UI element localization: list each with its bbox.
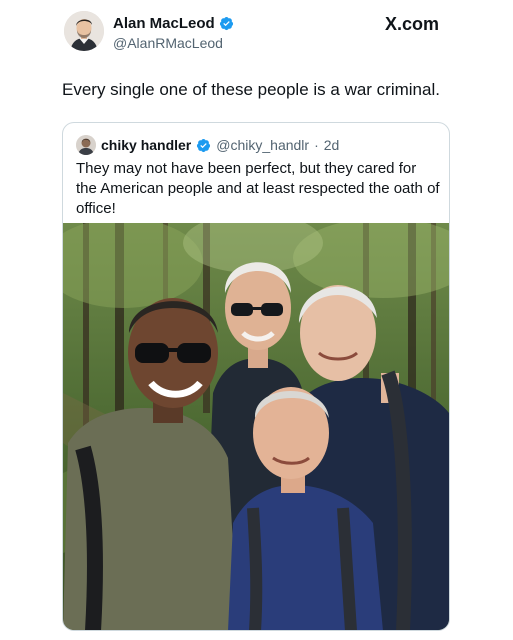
quoted-author-avatar-image xyxy=(76,135,96,155)
quoted-post-time[interactable]: 2d xyxy=(324,137,340,153)
quoted-post-card[interactable]: chiky handler @chiky_handlr · 2d They ma… xyxy=(62,122,450,631)
author-name[interactable]: Alan MacLeod xyxy=(113,15,215,32)
quoted-author-handle[interactable]: @chiky_handlr xyxy=(216,137,309,153)
post: Alan MacLeod @AlanRMacLeod X.com Every s… xyxy=(0,0,513,640)
quoted-post-photo[interactable] xyxy=(63,223,449,630)
quoted-post-header: chiky handler @chiky_handlr · 2d xyxy=(76,135,339,155)
author-avatar[interactable] xyxy=(64,11,104,51)
group-selfie-photo xyxy=(63,223,449,630)
quoted-post-text: They may not have been perfect, but they… xyxy=(76,160,440,217)
quoted-verified-badge-icon xyxy=(197,138,211,152)
post-text: Every single one of these people is a wa… xyxy=(62,80,440,99)
quoted-separator: · xyxy=(314,137,319,153)
author-avatar-image xyxy=(64,11,104,51)
author-handle[interactable]: @AlanRMacLeod xyxy=(113,35,223,51)
quoted-author-name[interactable]: chiky handler xyxy=(101,137,191,153)
quoted-author-avatar[interactable] xyxy=(76,135,96,155)
author-name-row[interactable]: Alan MacLeod xyxy=(113,15,234,32)
verified-badge-icon xyxy=(219,16,233,31)
site-label: X.com xyxy=(384,14,439,34)
